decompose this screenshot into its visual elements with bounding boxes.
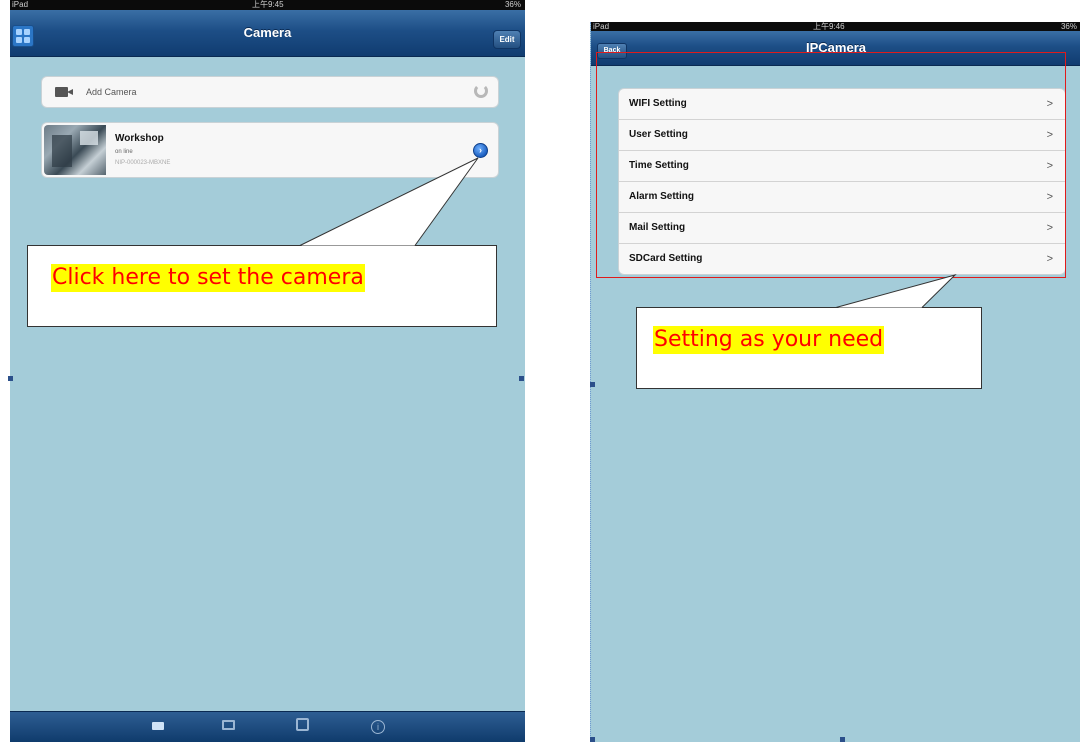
info-icon: i: [371, 720, 385, 734]
status-bar: iPad 上午9:45 36%: [10, 0, 525, 10]
nav-bar: Camera Edit: [10, 10, 525, 57]
page-title: Camera: [243, 25, 292, 40]
camera-name: Workshop: [115, 133, 164, 144]
callout-left-text: Click here to set the camera: [51, 264, 365, 292]
tab-bar: i: [10, 711, 525, 742]
camera-status: on line: [115, 149, 133, 155]
selection-handle: [590, 737, 595, 742]
camera-id: NIP-000023-MBXNE: [115, 160, 171, 166]
tab-videos[interactable]: [292, 718, 312, 734]
picture-icon: [221, 720, 235, 730]
callout-right: Setting as your need: [636, 307, 982, 389]
add-camera-label: Add Camera: [86, 87, 137, 97]
camera-icon: [55, 86, 75, 98]
camera-list-item[interactable]: Workshop on line NIP-000023-MBXNE ›: [41, 122, 499, 178]
status-bar: iPad 上午9:46 36%: [591, 22, 1080, 31]
selection-handle: [8, 376, 13, 381]
edit-button[interactable]: Edit: [493, 30, 521, 49]
tab-info[interactable]: i: [368, 718, 388, 734]
status-time: 上午9:45: [252, 0, 284, 9]
camera-icon: [152, 722, 164, 730]
refresh-icon[interactable]: [474, 84, 488, 98]
camera-list-screen: iPad 上午9:45 36% Camera Edit Add Camera W…: [10, 0, 525, 742]
tab-camera[interactable]: [148, 718, 168, 734]
camera-thumbnail: [44, 125, 106, 175]
selection-handle: [519, 376, 524, 381]
video-icon: [295, 718, 309, 731]
selection-handle: [840, 737, 845, 742]
status-device: iPad: [12, 0, 29, 9]
detail-disclosure-icon[interactable]: ›: [473, 143, 488, 158]
add-camera-row[interactable]: Add Camera: [41, 76, 499, 108]
highlight-box: [596, 52, 1066, 278]
selection-handle: [590, 382, 595, 387]
status-battery: 36%: [504, 0, 521, 9]
callout-left: Click here to set the camera: [27, 245, 497, 327]
tab-pictures[interactable]: [218, 718, 238, 734]
callout-right-text: Setting as your need: [653, 326, 885, 354]
